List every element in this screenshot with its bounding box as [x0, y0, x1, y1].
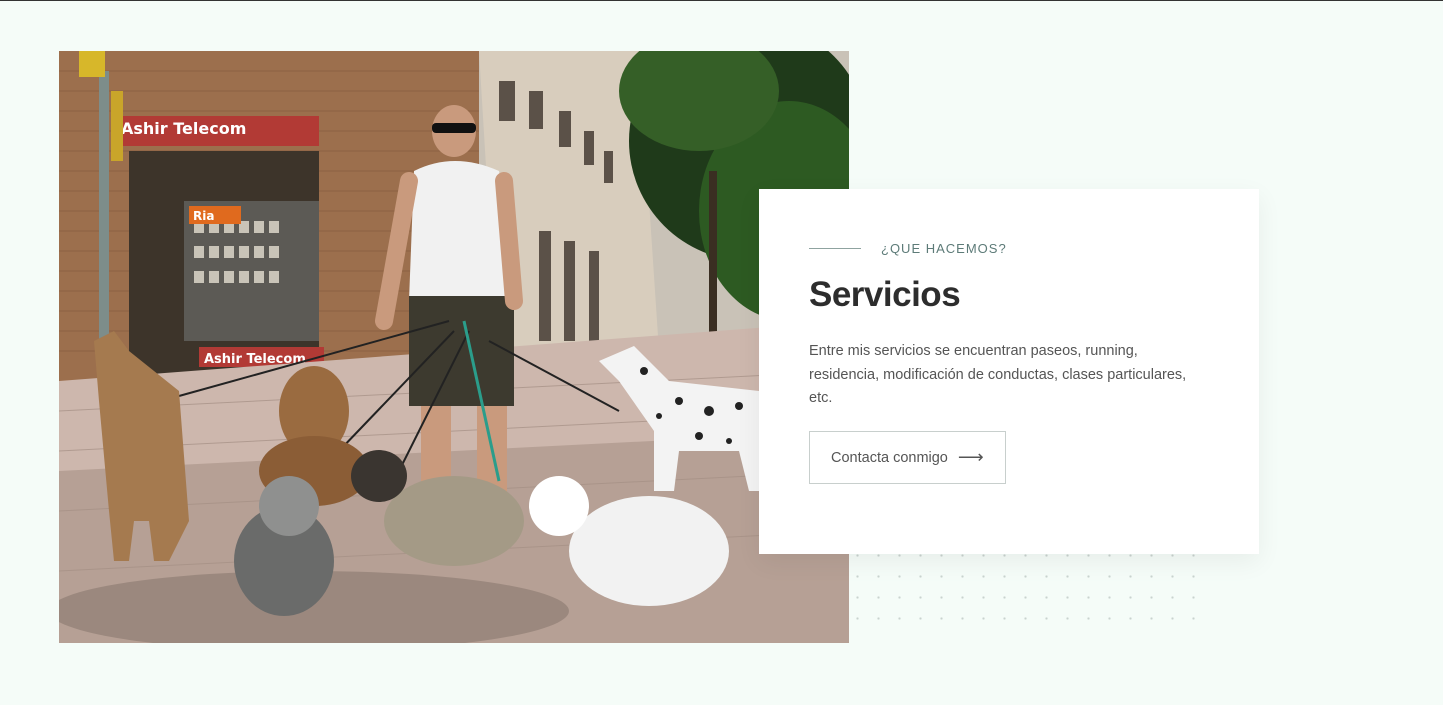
section-eyebrow: ¿QUE HACEMOS? — [809, 241, 1007, 256]
section-description: Entre mis servicios se encuentran paseos… — [809, 343, 1187, 406]
shop-sign-text: Ashir Telecom — [121, 119, 246, 138]
contact-button[interactable]: Contacta conmigo ⟶ — [809, 431, 1006, 484]
services-card: ¿QUE HACEMOS? Servicios Entre mis servic… — [759, 189, 1259, 554]
arrow-right-icon: ⟶ — [957, 447, 984, 467]
eyebrow-divider — [809, 248, 861, 249]
eyebrow-text: ¿QUE HACEMOS? — [881, 241, 1007, 256]
contact-button-label: Contacta conmigo — [831, 449, 948, 466]
section-title: Servicios — [809, 275, 961, 314]
shop-ria-sign: Ria — [193, 209, 214, 223]
top-border — [0, 0, 1443, 1]
dog-walker-photo: Ashir Telecom Ria Ashir Telecom — [59, 51, 849, 643]
